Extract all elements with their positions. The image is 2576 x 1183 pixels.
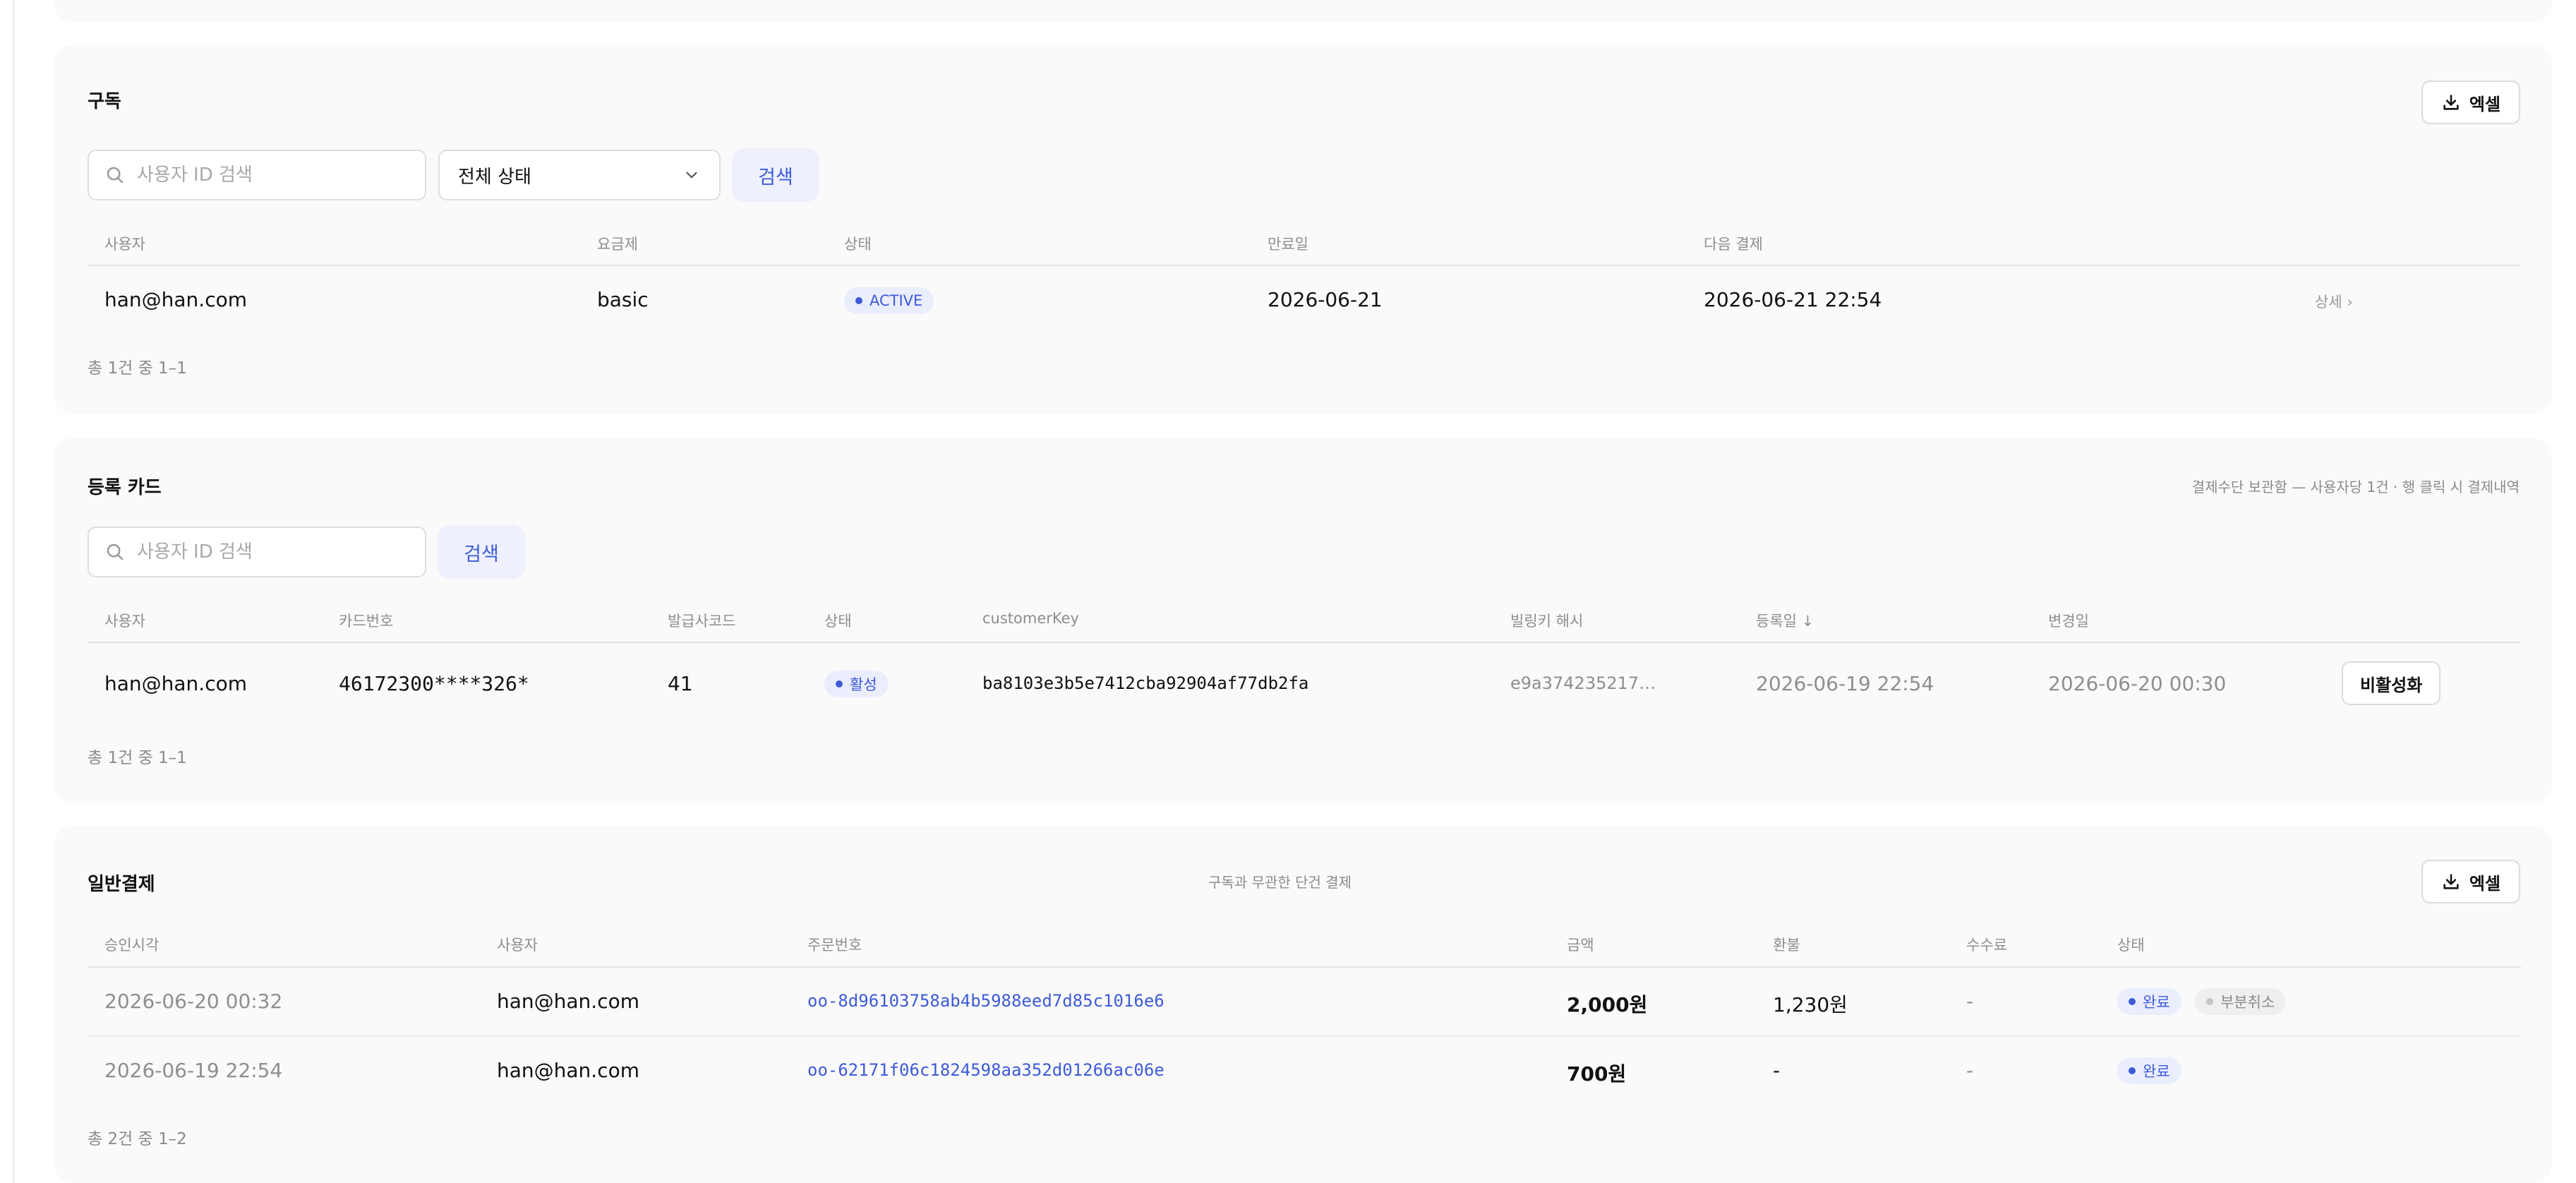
- payment-order-id[interactable]: oo-8d96103758ab4b5988eed7d85c1016e6: [807, 991, 1164, 1011]
- subscriptions-excel-label: 엑셀: [2469, 94, 2501, 114]
- subscription-user: han@han.com: [104, 288, 248, 311]
- subscriptions-col-user: 사용자: [104, 236, 145, 253]
- subscriptions-status-select[interactable]: 전체 상태: [438, 150, 721, 200]
- payment-amount: 700원: [1567, 1062, 1627, 1086]
- previous-card: [54, 0, 2552, 23]
- cards-col-card-number: 카드번호: [339, 613, 394, 630]
- payments-col-order-id: 주문번호: [807, 937, 862, 954]
- search-icon: [107, 167, 124, 184]
- payment-approved-at: 2026-06-20 00:32: [104, 990, 283, 1013]
- payments-excel-label: 엑셀: [2469, 873, 2501, 894]
- payments-footer: 총 2건 중 1–2: [88, 1130, 187, 1148]
- card-registered: 2026-06-19 22:54: [1756, 672, 1934, 695]
- card-customer-key: ba8103e3b5e7412cba92904af77db2fa: [982, 673, 1309, 693]
- cards-search-button[interactable]: 검색: [438, 525, 525, 579]
- chevron-down-icon: [686, 172, 697, 179]
- download-icon: [2443, 95, 2459, 110]
- search-icon: [107, 544, 124, 560]
- payment-fee: -: [1966, 1059, 1974, 1082]
- cards-col-customer-key: customerKey: [982, 610, 1079, 627]
- cards-col-status: 상태: [824, 613, 852, 630]
- payments-col-refund: 환불: [1773, 937, 1800, 954]
- cards-note: 결제수단 보관함 — 사용자당 1건 · 행 클릭 시 결제내역: [2191, 479, 2520, 496]
- status-badge: 완료: [2117, 988, 2181, 1015]
- card-changed: 2026-06-20 00:30: [2048, 672, 2227, 695]
- card-user: han@han.com: [104, 672, 248, 695]
- subscriptions-excel-button[interactable]: 엑셀: [2421, 80, 2520, 124]
- partial-cancel-badge: 부분취소: [2195, 988, 2287, 1015]
- payments-col-user: 사용자: [497, 937, 538, 954]
- payments-row-divider: [88, 1035, 2521, 1037]
- subscriptions-col-status: 상태: [844, 236, 872, 253]
- payments-col-amount: 금액: [1567, 937, 1594, 954]
- payment-order-id[interactable]: oo-62171f06c1824598aa352d01266ac06e: [807, 1060, 1164, 1080]
- cards-col-issuer-code: 발급사코드: [668, 613, 736, 630]
- status-badge: 활성: [824, 671, 889, 697]
- card-billing-hash: e9a374235217…: [1510, 673, 1656, 693]
- cards-header-line: [88, 642, 2521, 643]
- cards-col-changed: 변경일: [2048, 613, 2089, 630]
- subscriptions-footer: 총 1건 중 1–1: [88, 359, 187, 378]
- subscriptions-col-next-payment: 다음 결제: [1704, 236, 1763, 253]
- cards-col-registered[interactable]: 등록일 ↓: [1756, 610, 1814, 631]
- cards-search-box[interactable]: [88, 527, 426, 577]
- payments-col-fee: 수수료: [1966, 937, 2007, 954]
- subscriptions-search-box[interactable]: [88, 150, 426, 200]
- sort-arrow-icon: ↓: [1801, 613, 1814, 630]
- subscriptions-header-line: [88, 265, 2521, 266]
- card-issuer-code: 41: [668, 672, 693, 695]
- subscriptions-col-expires: 만료일: [1268, 236, 1308, 253]
- payments-col-approved-at: 승인시각: [104, 937, 160, 954]
- cards-col-billing-hash: 빌링키 해시: [1510, 613, 1584, 630]
- subscriptions-search-button[interactable]: 검색: [732, 148, 819, 202]
- payments-excel-button[interactable]: 엑셀: [2421, 860, 2520, 903]
- payment-amount: 2,000원: [1567, 993, 1648, 1016]
- subscription-next-payment: 2026-06-21 22:54: [1704, 288, 1882, 311]
- payments-title: 일반결제: [88, 874, 155, 895]
- card-number: 46172300****326*: [339, 672, 529, 695]
- payment-user: han@han.com: [497, 990, 640, 1013]
- subscriptions-col-plan: 요금제: [597, 236, 638, 253]
- subscriptions-title: 구독: [88, 91, 121, 112]
- payments-col-status: 상태: [2117, 937, 2145, 954]
- cards-title: 등록 카드: [88, 477, 162, 498]
- cards-search-input[interactable]: [136, 541, 407, 563]
- payment-user: han@han.com: [497, 1059, 640, 1082]
- payments-header-line: [88, 966, 2521, 968]
- payment-approved-at: 2026-06-19 22:54: [104, 1059, 283, 1082]
- payments-note: 구독과 무관한 단건 결제: [1208, 874, 1352, 891]
- download-icon: [2443, 874, 2459, 889]
- status-badge: ACTIVE: [844, 287, 934, 314]
- deactivate-button[interactable]: 비활성화: [2342, 661, 2441, 705]
- subscription-expires: 2026-06-21: [1268, 288, 1383, 311]
- payment-fee: -: [1966, 990, 1974, 1013]
- subscriptions-status-value: 전체 상태: [458, 166, 531, 188]
- subscription-plan: basic: [597, 288, 649, 311]
- subscriptions-card: 구독 엑셀 전체 상태 검색 사용자 요금제 상태 만료일 다음 결제: [54, 45, 2552, 414]
- cards-footer: 총 1건 중 1–1: [88, 749, 187, 767]
- payment-refund: 1,230원: [1773, 993, 1848, 1016]
- left-edge-rule: [0, 0, 14, 1183]
- cards-col-user: 사용자: [104, 613, 145, 630]
- status-badge: 완료: [2117, 1057, 2181, 1084]
- payment-refund: -: [1773, 1059, 1781, 1082]
- cards-card: 등록 카드 결제수단 보관함 — 사용자당 1건 · 행 클릭 시 결제내역 검…: [54, 438, 2552, 803]
- subscriptions-search-input[interactable]: [136, 164, 407, 186]
- subscription-detail-link[interactable]: 상세 ›: [2315, 291, 2353, 312]
